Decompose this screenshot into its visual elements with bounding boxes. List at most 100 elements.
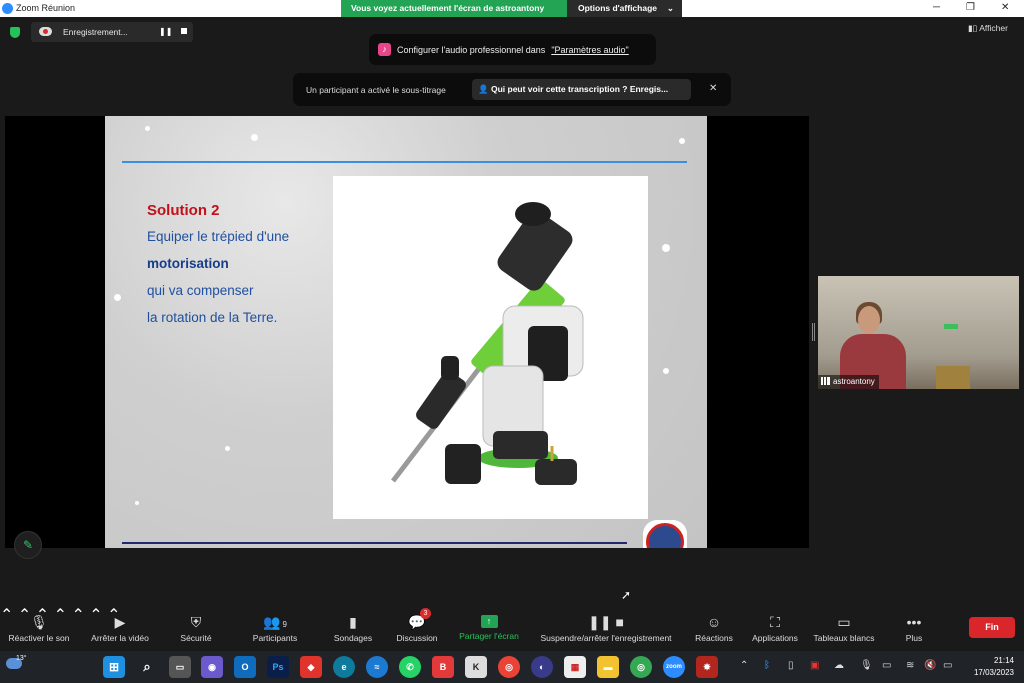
edge-browser-icon[interactable]: e (333, 656, 355, 678)
pause-recording-icon[interactable]: ❚❚ (159, 27, 172, 36)
slide-line-4: la rotation de la Terre. (147, 310, 278, 325)
stop-video-label: Arrêter la vidéo (91, 633, 149, 643)
star (114, 294, 121, 301)
panel-resize-handle[interactable] (812, 323, 815, 341)
meeting-toolbar: 🎙 Réactiver le son ▶ Arrêter la vidéo ⛨ … (0, 605, 1024, 651)
recording-control-button[interactable]: ❚❚ ■ Suspendre/arrêter l'enregistrement (532, 605, 680, 651)
weather-widget[interactable]: 13° (6, 655, 27, 671)
file-explorer-icon[interactable]: ▬ (597, 656, 619, 678)
shield-icon: ⛨ (190, 614, 202, 630)
star (225, 446, 230, 451)
chrome-profile-icon[interactable]: ◎ (630, 656, 652, 678)
minimize-icon[interactable]: ─ (933, 2, 940, 13)
photoshop-icon[interactable]: Ps (267, 656, 289, 678)
star (679, 138, 685, 144)
share-banner-text: Vous voyez actuellement l'écran de astro… (351, 3, 545, 13)
stop-recording-icon[interactable] (181, 28, 187, 34)
participant-video[interactable]: astroantony (818, 276, 1019, 389)
apps-button[interactable]: ⛶ Applications (748, 605, 802, 651)
camera-icon: ▶ (114, 614, 126, 630)
slide-bottom-rule (122, 542, 627, 544)
user-icon: 👤 (478, 84, 489, 94)
planetarium-icon[interactable]: ◐ (531, 656, 553, 678)
reactions-button[interactable]: ☺ Réactions (692, 605, 736, 651)
display-icon[interactable]: ▭ (882, 660, 891, 671)
transcript-visibility-button[interactable]: 👤 Qui peut voir cette transcription ? En… (472, 79, 691, 100)
outlook-icon[interactable]: O (234, 656, 256, 678)
star (251, 134, 258, 141)
stop-video-button[interactable]: ▶ Arrêter la vidéo (84, 605, 156, 651)
audio-notice: ♪ Configurer l'audio professionnel dans "… (369, 34, 656, 65)
close-icon[interactable]: ✕ (709, 83, 717, 94)
participants-button[interactable]: 👥 9 Participants (246, 605, 304, 651)
star (663, 368, 669, 374)
ellipsis-icon: ••• (906, 614, 922, 630)
annotate-pen-button[interactable]: ✎ (14, 531, 42, 559)
chat-label: Discussion (396, 633, 438, 643)
view-label: Afficher (979, 23, 1008, 33)
slide-line-3: qui va compenser (147, 283, 254, 298)
polls-button[interactable]: ▮ Sondages (330, 605, 376, 651)
astronomy-app-icon[interactable]: ≈ (366, 656, 388, 678)
title-bar: Zoom Réunion Vous voyez actuellement l'é… (0, 0, 1024, 17)
task-view-icon[interactable]: ▭ (169, 656, 191, 678)
recording-control-label: Suspendre/arrêter l'enregistrement (540, 633, 672, 643)
brave-browser-icon[interactable]: ◆ (300, 656, 322, 678)
bar-chart-icon: ▮ (349, 614, 357, 630)
shared-screen: Solution 2 Equiper le trépied d'une moto… (5, 116, 809, 548)
mouse-cursor-icon: ➚ (621, 588, 632, 602)
polls-label: Sondages (333, 633, 373, 643)
speaker-muted-icon[interactable]: 🔇 (924, 660, 936, 671)
view-options-button[interactable]: Options d'affichage ⌄ (567, 0, 682, 17)
zoom-taskbar-icon[interactable]: zoom (663, 656, 685, 678)
chat-button[interactable]: 💬 3 Discussion (393, 605, 441, 651)
whatsapp-icon[interactable]: ✆ (399, 656, 421, 678)
system-clock[interactable]: 21:14 17/03/2023 (966, 655, 1014, 679)
music-note-icon: ♪ (378, 43, 391, 56)
door (936, 366, 970, 389)
clock-time: 21:14 (993, 656, 1014, 665)
reactions-label: Réactions (695, 633, 733, 643)
smiley-icon: ☺ (706, 614, 722, 630)
cloud-recording-icon (39, 27, 52, 36)
slide-title: Solution 2 (147, 202, 220, 219)
view-button[interactable]: ▮▯ Afficher (968, 23, 1008, 34)
chat-bubble-icon: 💬 (408, 614, 426, 630)
search-icon[interactable]: ⌕ (136, 656, 158, 678)
onedrive-cloud-icon[interactable]: ☁ (834, 660, 844, 671)
microphone-icon[interactable]: 🎙 (860, 660, 873, 671)
temperature: 13° (16, 655, 27, 662)
whiteboards-button[interactable]: ▭ Tableaux blancs (811, 605, 877, 651)
chrome-icon[interactable]: ◎ (498, 656, 520, 678)
antivirus-icon[interactable]: ▣ (810, 660, 819, 671)
view-options-label: Options d'affichage (578, 3, 657, 13)
signal-bars-icon (821, 377, 830, 385)
whiteboards-label: Tableaux blancs (813, 633, 875, 643)
k-app-icon[interactable]: K (465, 656, 487, 678)
audio-settings-link[interactable]: "Paramètres audio" (551, 45, 628, 55)
recording-bar: Enregistrement... ❚❚ (31, 22, 193, 42)
game-app-icon[interactable]: ✸ (696, 656, 718, 678)
b-app-icon[interactable]: B (432, 656, 454, 678)
bluetooth-icon[interactable]: ᛒ (764, 660, 770, 671)
slide-line-1: Equiper le trépied d'une (147, 229, 290, 244)
wifi-icon[interactable]: ≋ (906, 660, 914, 671)
calendar-app-icon[interactable]: ▦ (564, 656, 586, 678)
security-button[interactable]: ⛨ Sécurité (172, 605, 220, 651)
share-screen-button[interactable]: ↑ Partager l'écran (455, 605, 523, 651)
battery-icon[interactable]: ▭ (943, 660, 952, 671)
unmute-button[interactable]: 🎙 Réactiver le son (4, 605, 74, 651)
slide: Solution 2 Equiper le trépied d'une moto… (105, 116, 707, 548)
security-label: Sécurité (180, 633, 212, 643)
more-button[interactable]: ••• Plus (899, 605, 929, 651)
usb-icon[interactable]: ▯ (788, 660, 794, 671)
windows-start-icon[interactable]: ⊞ (103, 656, 125, 678)
teams-chat-icon[interactable]: ◉ (201, 656, 223, 678)
close-icon[interactable]: ✕ (1001, 2, 1009, 13)
zoom-logo-icon (2, 3, 13, 14)
slide-top-rule (122, 161, 687, 163)
chevron-up-icon[interactable]: ⌃ (740, 660, 748, 671)
restore-icon[interactable]: ❐ (966, 2, 975, 13)
end-meeting-button[interactable]: Fin (969, 617, 1015, 638)
star (135, 501, 139, 505)
